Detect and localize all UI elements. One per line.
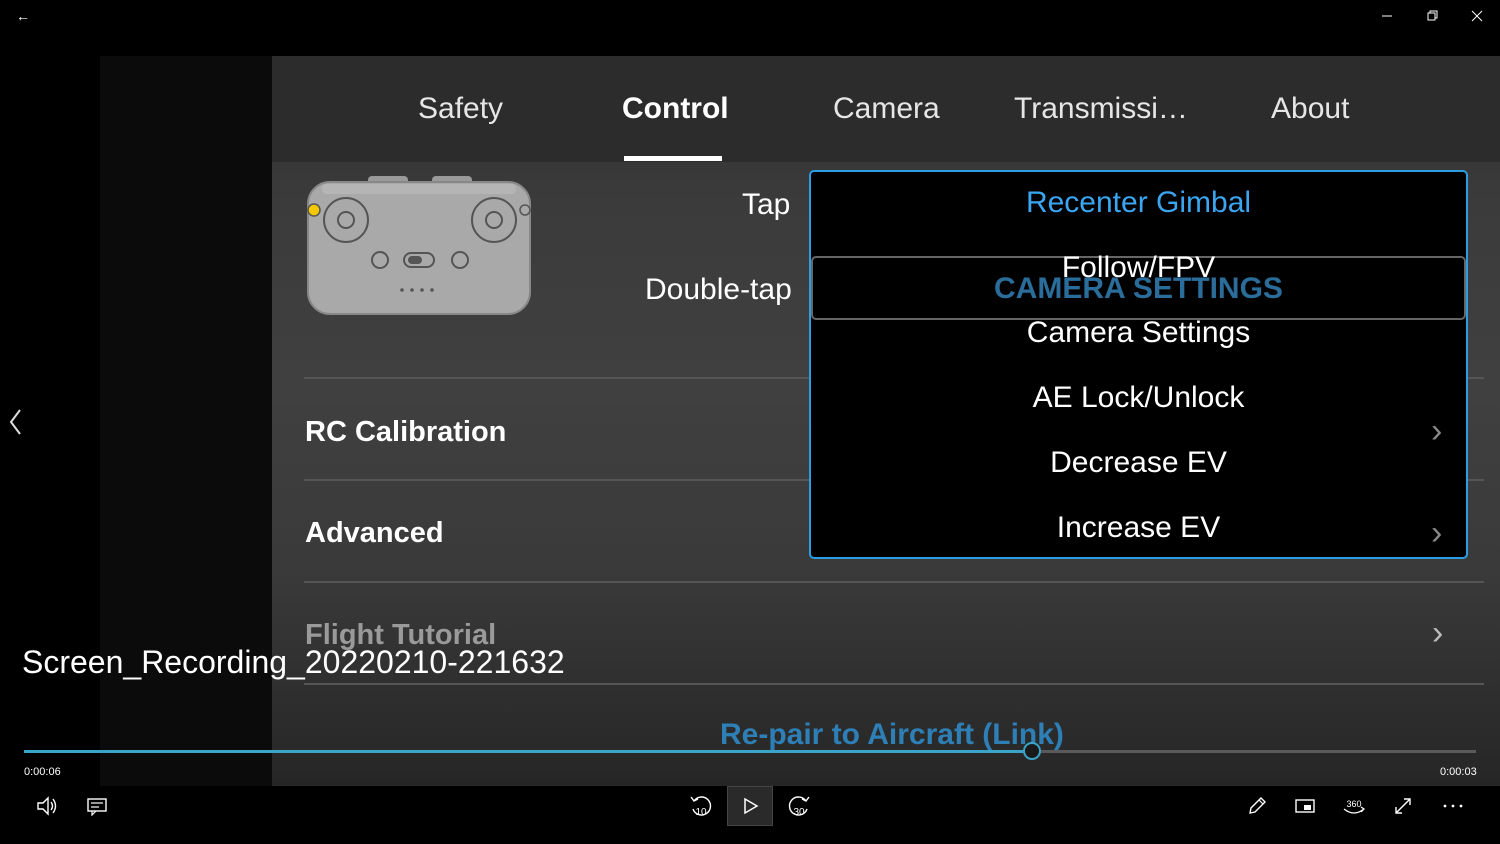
- previous-chevron-icon[interactable]: [4, 400, 28, 444]
- tab-camera[interactable]: Camera: [833, 92, 940, 126]
- tab-about[interactable]: About: [1271, 92, 1349, 126]
- play-icon: [744, 797, 759, 815]
- rc-calibration-row[interactable]: RC Calibration: [305, 416, 506, 449]
- seek-progress: [24, 750, 1032, 753]
- window-titlebar: ←: [0, 0, 1500, 32]
- remote-controller-image: [307, 176, 531, 315]
- skip-back-10-icon: 10: [690, 796, 712, 818]
- active-tab-indicator: [624, 156, 722, 161]
- more-options-button[interactable]: [1430, 786, 1476, 826]
- volume-button[interactable]: [24, 786, 70, 826]
- seek-thumb[interactable]: [1022, 742, 1041, 760]
- option-decrease-ev[interactable]: Decrease EV: [811, 446, 1466, 480]
- mini-view-button[interactable]: [1282, 786, 1328, 826]
- skip-forward-button[interactable]: 30: [776, 786, 822, 826]
- close-icon: [1471, 10, 1483, 22]
- tab-transmission[interactable]: Transmissi…: [1014, 92, 1188, 126]
- divider: [304, 683, 1484, 685]
- divider: [304, 581, 1484, 583]
- chevron-right-icon: ›: [1432, 614, 1444, 652]
- option-increase-ev[interactable]: Increase EV: [811, 511, 1466, 545]
- chevron-right-icon: ›: [1431, 514, 1443, 552]
- minimize-icon: [1382, 15, 1392, 17]
- volume-icon: [37, 796, 57, 816]
- player-controls: 10 30 360: [0, 786, 1500, 844]
- double-tap-label: Double-tap: [645, 273, 792, 306]
- back-arrow-icon[interactable]: ←: [0, 0, 46, 32]
- more-icon: [1443, 804, 1463, 808]
- button-action-dropdown[interactable]: CAMERA SETTINGS Recenter Gimbal Follow/F…: [809, 170, 1468, 559]
- edit-button[interactable]: [1234, 786, 1280, 826]
- advanced-row[interactable]: Advanced: [305, 517, 444, 550]
- seek-bar[interactable]: [24, 742, 1476, 760]
- skip-forward-30-icon: 30: [788, 796, 810, 818]
- elapsed-time: 0:00:06: [24, 766, 61, 778]
- remaining-time: 0:00:03: [1440, 766, 1477, 778]
- minimize-button[interactable]: [1364, 0, 1410, 32]
- repair-aircraft-link[interactable]: Re-pair to Aircraft (Link): [720, 718, 1064, 752]
- video-title: Screen_Recording_20220210-221632: [22, 644, 565, 680]
- 360-view-button[interactable]: 360: [1331, 786, 1377, 826]
- close-button[interactable]: [1454, 0, 1500, 32]
- option-ae-lock-unlock[interactable]: AE Lock/Unlock: [811, 381, 1466, 415]
- svg-text:10: 10: [695, 807, 707, 818]
- svg-text:30: 30: [793, 807, 805, 818]
- expand-icon: [1395, 798, 1411, 814]
- restore-icon: [1427, 10, 1438, 21]
- option-recenter-gimbal[interactable]: Recenter Gimbal: [811, 186, 1466, 220]
- 360-icon: 360: [1343, 799, 1365, 814]
- subtitles-button[interactable]: [74, 786, 120, 826]
- play-button[interactable]: [727, 786, 773, 826]
- restore-button[interactable]: [1410, 0, 1456, 32]
- fullscreen-button[interactable]: [1380, 786, 1426, 826]
- tab-bar: Safety Control Camera Transmissi… About: [272, 56, 1500, 162]
- option-camera-settings[interactable]: Camera Settings: [811, 316, 1466, 350]
- option-follow-fpv[interactable]: Follow/FPV: [811, 251, 1466, 285]
- pencil-icon: [1249, 797, 1266, 814]
- chevron-right-icon: ›: [1431, 412, 1443, 450]
- svg-text:360: 360: [1346, 799, 1361, 809]
- tab-control[interactable]: Control: [622, 92, 729, 126]
- skip-back-button[interactable]: 10: [678, 786, 724, 826]
- tap-label: Tap: [742, 188, 791, 221]
- mini-view-icon: [1295, 799, 1315, 813]
- tab-safety[interactable]: Safety: [418, 92, 503, 126]
- subtitles-icon: [87, 798, 107, 816]
